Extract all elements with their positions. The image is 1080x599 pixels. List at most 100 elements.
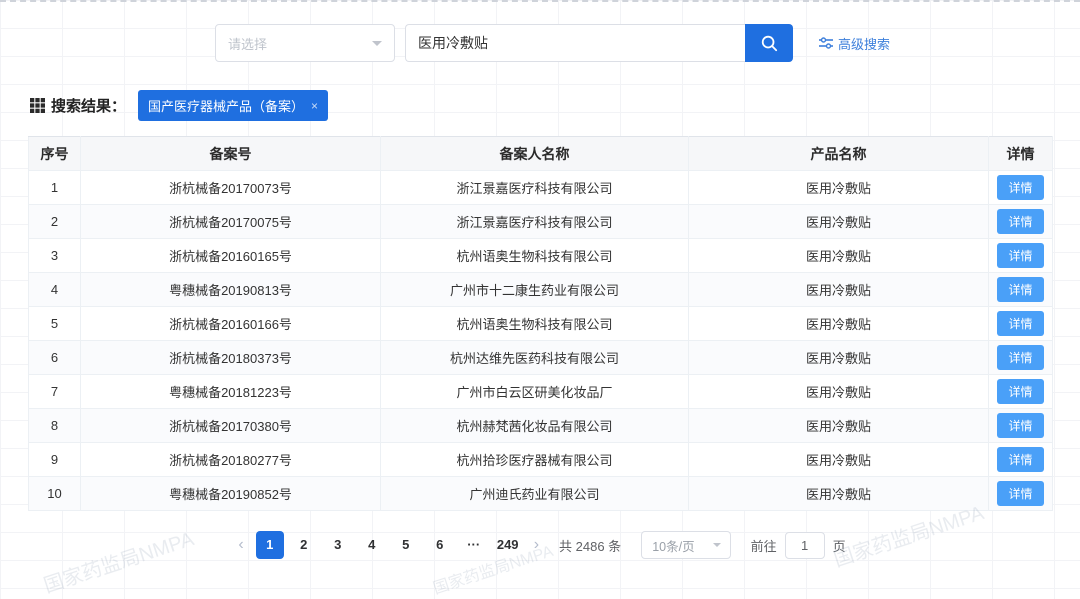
header-detail: 详情 (988, 136, 1053, 171)
cell-registrant: 杭州赫梵茜化妆品有限公司 (380, 408, 689, 443)
detail-button[interactable]: 详情 (997, 175, 1044, 200)
goto-page-input[interactable] (784, 531, 825, 559)
cell-no: 1 (28, 170, 81, 205)
next-page-button[interactable]: › (530, 531, 543, 559)
search-input[interactable] (405, 24, 745, 62)
goto-page: 前往 页 (750, 531, 846, 559)
cell-detail: 详情 (988, 374, 1053, 409)
table-row: 6 浙杭械备20180373号 杭州达维先医药科技有限公司 医用冷敷贴 详情 (28, 340, 1053, 375)
top-divider (0, 0, 1080, 2)
filter-tag-label: 国产医疗器械产品（备案） (148, 99, 305, 114)
cell-detail: 详情 (988, 442, 1053, 477)
total-count: 共 2486 条 (559, 538, 622, 554)
results-header: 搜索结果： 国产医疗器械产品（备案） × (30, 90, 329, 121)
page-size-select[interactable]: 10条/页 (641, 531, 731, 559)
page-button[interactable]: 5 (392, 531, 420, 559)
detail-button[interactable]: 详情 (997, 243, 1044, 268)
cell-no: 9 (28, 442, 81, 477)
detail-button[interactable]: 详情 (997, 447, 1044, 472)
cell-detail: 详情 (988, 340, 1053, 375)
page-button[interactable]: 2 (290, 531, 318, 559)
cell-record_no: 浙杭械备20160166号 (80, 306, 381, 341)
cell-no: 7 (28, 374, 81, 409)
cell-record_no: 粤穗械备20190852号 (80, 476, 381, 511)
cell-product: 医用冷敷贴 (688, 442, 989, 477)
table-row: 5 浙杭械备20160166号 杭州语奥生物科技有限公司 医用冷敷贴 详情 (28, 306, 1053, 341)
table-row: 2 浙杭械备20170075号 浙江景嘉医疗科技有限公司 医用冷敷贴 详情 (28, 204, 1053, 239)
category-select[interactable]: 请选择 (215, 24, 395, 62)
cell-registrant: 广州市十二康生药业有限公司 (380, 272, 689, 307)
detail-button[interactable]: 详情 (997, 311, 1044, 336)
search-icon (761, 35, 778, 52)
cell-record_no: 粤穗械备20181223号 (80, 374, 381, 409)
cell-product: 医用冷敷贴 (688, 374, 989, 409)
cell-product: 医用冷敷贴 (688, 408, 989, 443)
cell-record_no: 浙杭械备20170075号 (80, 204, 381, 239)
cell-registrant: 杭州语奥生物科技有限公司 (380, 238, 689, 273)
cell-registrant: 浙江景嘉医疗科技有限公司 (380, 170, 689, 205)
results-label: 搜索结果： (51, 98, 127, 115)
grid-icon (30, 98, 45, 113)
detail-button[interactable]: 详情 (997, 345, 1044, 370)
goto-prefix: 前往 (750, 538, 777, 554)
filter-tag[interactable]: 国产医疗器械产品（备案） × (138, 90, 329, 121)
detail-button[interactable]: 详情 (997, 379, 1044, 404)
search-input-group (405, 24, 793, 62)
search-button[interactable] (745, 24, 793, 62)
table-row: 9 浙杭械备20180277号 杭州拾珍医疗器械有限公司 医用冷敷贴 详情 (28, 442, 1053, 477)
cell-record_no: 粤穗械备20190813号 (80, 272, 381, 307)
page-size-value: 10条/页 (652, 539, 695, 554)
page-button[interactable]: 249 (494, 531, 522, 559)
cell-registrant: 浙江景嘉医疗科技有限公司 (380, 204, 689, 239)
page-button[interactable]: 3 (324, 531, 352, 559)
cell-no: 6 (28, 340, 81, 375)
prev-page-button[interactable]: ‹ (234, 531, 247, 559)
cell-no: 8 (28, 408, 81, 443)
page-list: 1 2 3 4 5 6 ··· 249 (255, 531, 522, 559)
more-pages-button[interactable]: ··· (460, 531, 488, 559)
detail-button[interactable]: 详情 (997, 413, 1044, 438)
header-record-no: 备案号 (80, 136, 381, 171)
page-button[interactable]: 1 (255, 531, 284, 559)
advanced-search-link[interactable]: 高级搜索 (819, 34, 890, 53)
page-button[interactable]: 4 (358, 531, 386, 559)
cell-detail: 详情 (988, 170, 1053, 205)
cell-product: 医用冷敷贴 (688, 476, 989, 511)
cell-product: 医用冷敷贴 (688, 238, 989, 273)
table-row: 10 粤穗械备20190852号 广州迪氏药业有限公司 医用冷敷贴 详情 (28, 476, 1053, 511)
table-row: 3 浙杭械备20160165号 杭州语奥生物科技有限公司 医用冷敷贴 详情 (28, 238, 1053, 273)
cell-record_no: 浙杭械备20170380号 (80, 408, 381, 443)
cell-no: 4 (28, 272, 81, 307)
cell-no: 10 (28, 476, 81, 511)
cell-registrant: 杭州达维先医药科技有限公司 (380, 340, 689, 375)
advanced-search-label: 高级搜索 (838, 36, 891, 52)
pagination: ‹ 123456···249 › 共 2486 条 10条/页 前往 页 (0, 531, 1080, 559)
cell-no: 5 (28, 306, 81, 341)
page-button[interactable]: 6 (426, 531, 454, 559)
cell-registrant: 广州市白云区研美化妆品厂 (380, 374, 689, 409)
cell-product: 医用冷敷贴 (688, 204, 989, 239)
table-body: 1 浙杭械备20170073号 浙江景嘉医疗科技有限公司 医用冷敷贴 详情 2 浙杭械备20… (28, 170, 1053, 511)
detail-button[interactable]: 详情 (997, 481, 1044, 506)
chevron-down-icon (372, 40, 382, 46)
cell-product: 医用冷敷贴 (688, 170, 989, 205)
goto-suffix: 页 (832, 538, 846, 554)
select-placeholder: 请选择 (228, 36, 268, 52)
cell-no: 3 (28, 238, 81, 273)
close-icon[interactable]: × (311, 99, 318, 113)
detail-button[interactable]: 详情 (997, 209, 1044, 234)
results-table: 序号 备案号 备案人名称 产品名称 详情 1 浙杭械备20170073号 浙江景嘉医… (28, 136, 1053, 511)
cell-registrant: 杭州语奥生物科技有限公司 (380, 306, 689, 341)
cell-record_no: 浙杭械备20180277号 (80, 442, 381, 477)
table-header-row: 序号 备案号 备案人名称 产品名称 详情 (28, 136, 1053, 171)
cell-detail: 详情 (988, 306, 1053, 341)
cell-product: 医用冷敷贴 (688, 340, 989, 375)
cell-no: 2 (28, 204, 81, 239)
cell-detail: 详情 (988, 408, 1053, 443)
cell-product: 医用冷敷贴 (688, 306, 989, 341)
detail-button[interactable]: 详情 (997, 277, 1044, 302)
cell-registrant: 广州迪氏药业有限公司 (380, 476, 689, 511)
cell-detail: 详情 (988, 476, 1053, 511)
chevron-down-icon (712, 543, 721, 547)
cell-detail: 详情 (988, 204, 1053, 239)
